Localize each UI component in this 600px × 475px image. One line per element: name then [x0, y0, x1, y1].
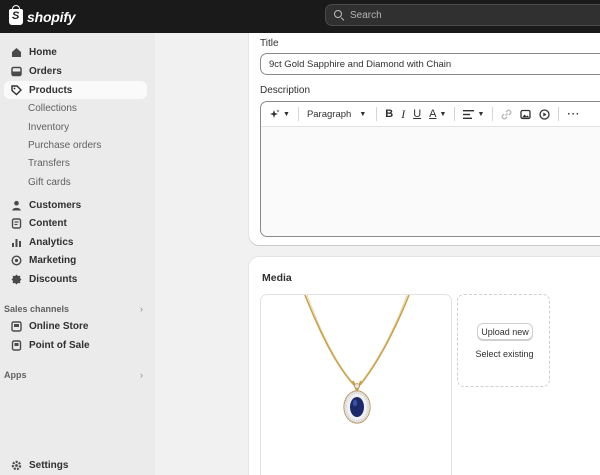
sidebar-item-label: Point of Sale	[29, 339, 90, 351]
sidebar-item-label: Orders	[29, 65, 62, 77]
brand-name: shopify	[27, 8, 76, 25]
sidebar-item-orders[interactable]: Orders	[4, 62, 147, 80]
sidebar-item-label: Customers	[29, 199, 82, 211]
insert-video-button[interactable]	[539, 105, 551, 123]
chevron-down-icon: ▼	[439, 110, 447, 118]
main-content: Title 9ct Gold Sapphire and Diamond with…	[155, 33, 600, 475]
sidebar-item-label: Analytics	[29, 236, 74, 248]
search-placeholder: Search	[350, 9, 382, 21]
ai-sparkle-button[interactable]: ▼	[269, 105, 290, 123]
home-icon	[11, 47, 22, 58]
product-details-card: Title 9ct Gold Sapphire and Diamond with…	[249, 33, 600, 245]
tag-icon	[11, 84, 22, 96]
shopify-bag-icon: S	[9, 4, 23, 25]
person-icon	[11, 200, 22, 211]
sidebar-subitem-inventory[interactable]: Inventory	[28, 122, 69, 133]
more-options-button[interactable]: ···	[567, 105, 580, 123]
bold-button[interactable]: B	[385, 105, 393, 123]
chevron-down-icon: ▼	[477, 110, 485, 118]
sidebar-subitem-collections[interactable]: Collections	[28, 103, 77, 114]
editor-toolbar: ▼ Paragraph ▼ B I U A ▼ ▼ ···	[261, 102, 600, 127]
sparkle-icon	[270, 109, 280, 118]
title-field[interactable]: 9ct Gold Sapphire and Diamond with Chain	[260, 53, 600, 75]
bar-chart-icon	[11, 237, 22, 248]
chevron-down-icon: ▼	[283, 110, 290, 118]
apps-label: Apps	[4, 370, 27, 380]
description-editor[interactable]: ▼ Paragraph ▼ B I U A ▼ ▼ ···	[260, 101, 600, 237]
target-icon	[11, 254, 22, 266]
toolbar-divider	[492, 107, 494, 121]
toolbar-divider	[297, 107, 299, 121]
sidebar-subitem-gift-cards[interactable]: Gift cards	[28, 177, 71, 188]
sidebar-item-marketing[interactable]: Marketing	[4, 251, 147, 269]
title-value: 9ct Gold Sapphire and Diamond with Chain	[269, 58, 452, 70]
sidebar-item-label: Discounts	[29, 273, 78, 285]
pendant-necklace-image	[304, 294, 410, 424]
align-left-icon	[463, 109, 475, 119]
toolbar-divider	[454, 107, 456, 121]
inbox-icon	[11, 66, 22, 77]
sidebar-item-point-of-sale[interactable]: Point of Sale	[4, 336, 147, 354]
sidebar-subitem-transfers[interactable]: Transfers	[28, 158, 70, 169]
sidebar-item-label: Online Store	[29, 320, 89, 332]
search-icon	[334, 10, 344, 20]
sidebar-item-discounts[interactable]: Discounts	[4, 270, 147, 288]
upload-new-button[interactable]: Upload new	[477, 323, 533, 340]
media-card: Media Upload new Select existing	[249, 257, 600, 475]
sidebar-item-customers[interactable]: Customers	[4, 196, 147, 214]
storefront-icon	[11, 320, 22, 332]
toolbar-divider	[376, 107, 378, 121]
link-button[interactable]	[501, 105, 512, 123]
chevron-down-icon: ▼	[359, 110, 367, 118]
underline-button[interactable]: U	[413, 105, 421, 123]
upload-dropzone[interactable]: Upload new Select existing	[457, 294, 550, 387]
shopify-logo[interactable]: S shopify	[9, 4, 76, 25]
sidebar-item-products[interactable]: Products	[4, 81, 147, 99]
top-bar: S shopify Search	[0, 0, 600, 33]
pos-icon	[11, 339, 22, 351]
sidebar-item-online-store[interactable]: Online Store	[4, 317, 147, 335]
document-icon	[11, 217, 22, 229]
italic-button[interactable]: I	[401, 105, 405, 123]
select-existing-link[interactable]: Select existing	[458, 349, 551, 359]
sidebar-item-label: Content	[29, 217, 67, 229]
sidebar-item-label: Settings	[29, 459, 69, 471]
align-button[interactable]: ▼	[463, 105, 484, 123]
sidebar: Home Orders Products Collections Invento…	[0, 33, 155, 475]
sidebar-item-label: Marketing	[29, 254, 77, 266]
paragraph-select[interactable]: Paragraph ▼	[307, 105, 366, 123]
media-title: Media	[262, 272, 292, 284]
toolbar-divider	[558, 107, 560, 121]
sidebar-item-label: Products	[29, 84, 73, 96]
sidebar-subitem-purchase-orders[interactable]: Purchase orders	[28, 140, 101, 151]
gear-icon	[11, 460, 22, 471]
search-input[interactable]: Search	[325, 4, 600, 26]
sidebar-item-settings[interactable]: Settings	[4, 456, 147, 474]
link-icon	[501, 109, 512, 119]
insert-image-button[interactable]	[520, 105, 532, 123]
product-image-tile[interactable]	[260, 294, 452, 475]
sidebar-item-content[interactable]: Content	[4, 214, 147, 232]
sidebar-item-label: Home	[29, 46, 57, 58]
paragraph-label: Paragraph	[306, 108, 352, 120]
chevron-right-icon: ›	[140, 304, 143, 314]
description-label: Description	[260, 85, 311, 96]
sidebar-item-analytics[interactable]: Analytics	[4, 233, 147, 251]
sales-channels-label: Sales channels	[4, 304, 70, 314]
sales-channels-header[interactable]: Sales channels ›	[4, 304, 143, 314]
chevron-right-icon: ›	[140, 370, 143, 380]
text-color-button[interactable]: A ▼	[429, 105, 446, 123]
discount-icon	[11, 274, 22, 285]
play-circle-icon	[539, 108, 551, 120]
title-label: Title	[260, 38, 279, 49]
apps-header[interactable]: Apps ›	[4, 370, 143, 380]
text-color-label: A	[429, 108, 437, 120]
image-icon	[520, 109, 532, 119]
sidebar-item-home[interactable]: Home	[4, 43, 147, 61]
